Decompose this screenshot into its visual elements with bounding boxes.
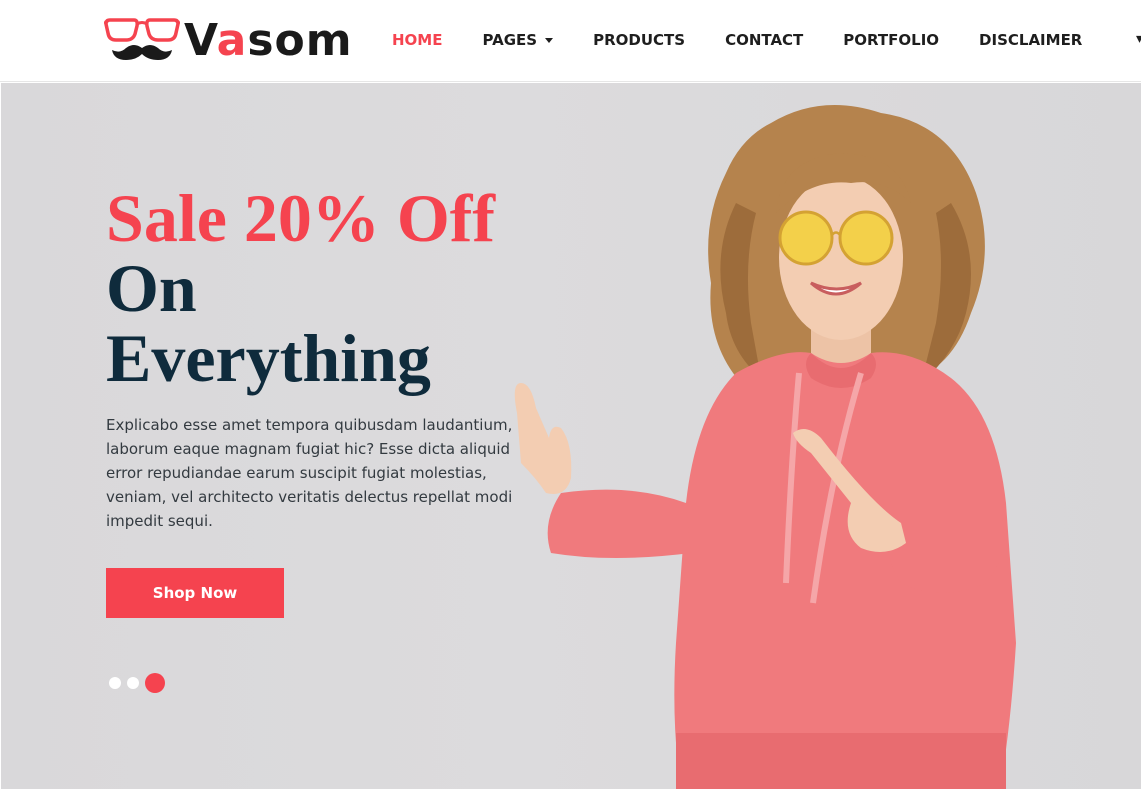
nav-label: HOME — [392, 31, 443, 49]
brand-logo[interactable]: Vasom — [104, 16, 354, 66]
main-nav: HOME PAGES PRODUCTS CONTACT PORTFOLIO DI… — [392, 0, 1122, 80]
nav-item-products[interactable]: PRODUCTS — [593, 31, 685, 49]
nav-overflow-icon[interactable]: ▾ — [1136, 30, 1141, 47]
shop-now-button[interactable]: Shop Now — [106, 568, 284, 618]
hero-title-sale: Sale 20% Off — [106, 180, 496, 256]
hero-description: Explicabo esse amet tempora quibusdam la… — [106, 416, 513, 530]
hero-title-line: Everything — [106, 320, 431, 396]
nav-item-portfolio[interactable]: PORTFOLIO — [843, 31, 939, 49]
chevron-down-icon — [545, 37, 554, 43]
slider-dot[interactable] — [127, 677, 139, 689]
hero-slider: Sale 20% Off On Everything Explicabo ess… — [1, 83, 1141, 789]
glasses-mustache-icon — [104, 18, 180, 60]
slider-dot[interactable] — [109, 677, 121, 689]
brand-name-accent: a — [216, 15, 248, 66]
brand-name-part: V — [184, 15, 217, 66]
brand-name: Vasom — [184, 16, 353, 66]
slider-pagination — [109, 673, 171, 693]
brand-name-part: som — [247, 15, 353, 66]
nav-item-pages[interactable]: PAGES — [482, 31, 554, 49]
hero-title-line: On — [106, 250, 197, 326]
nav-label: PAGES — [482, 31, 538, 49]
site-header: Vasom HOME PAGES PRODUCTS CONTACT PORTFO… — [0, 0, 1141, 82]
nav-label: PORTFOLIO — [843, 31, 940, 49]
nav-label: CONTACT — [725, 31, 804, 49]
nav-item-home[interactable]: HOME — [392, 31, 442, 49]
hero-title: Sale 20% Off On Everything — [106, 183, 495, 393]
nav-item-disclaimer[interactable]: DISCLAIMER — [979, 31, 1082, 49]
hero-model-image — [514, 105, 1016, 789]
nav-label: PRODUCTS — [593, 31, 686, 49]
nav-item-contact[interactable]: CONTACT — [725, 31, 803, 49]
nav-label: DISCLAIMER — [979, 31, 1083, 49]
slider-dot-active[interactable] — [145, 673, 165, 693]
